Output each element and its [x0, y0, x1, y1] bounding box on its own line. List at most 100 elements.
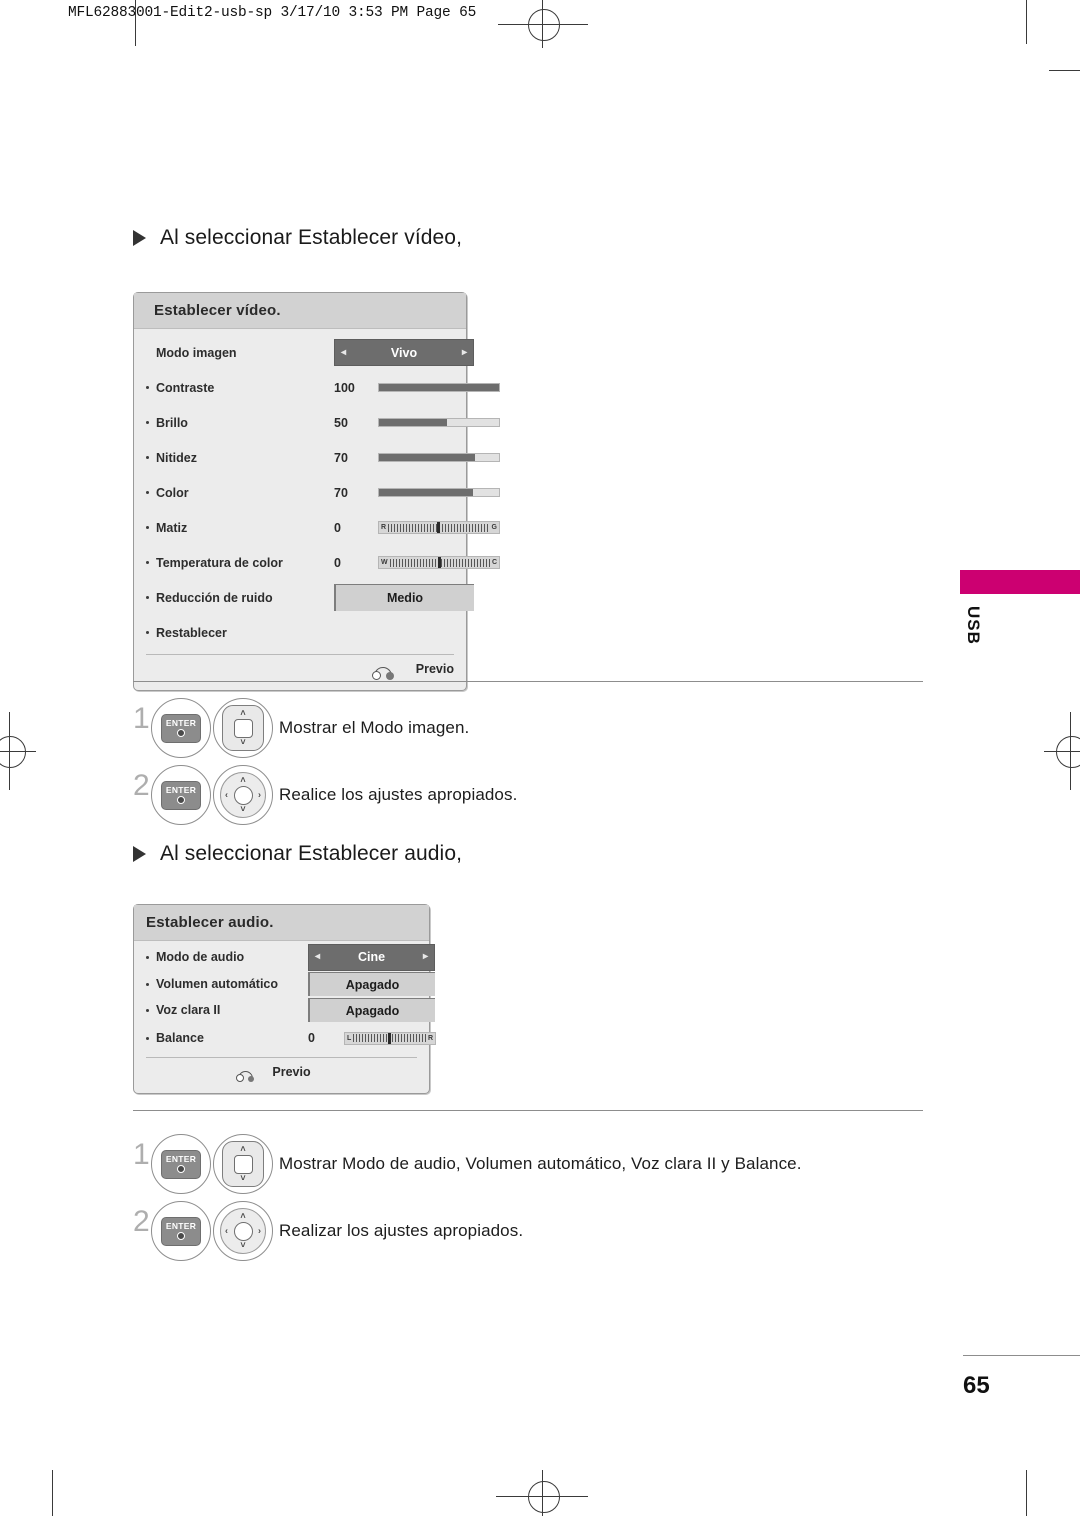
remote-key-enter[interactable]: ENTER: [151, 698, 211, 758]
registration-mark-bottom-center: [528, 1481, 560, 1513]
osd-body-audio: Modo de audio ◂ Cine ▸ Volumen automátic…: [134, 941, 436, 1053]
osd-row-restablecer[interactable]: Restablecer: [146, 615, 454, 650]
osd-row-label: Nitidez: [146, 451, 197, 465]
osd-body-video: Modo imagen ◂ Vivo ▸ Contraste 100 Brill…: [134, 329, 500, 650]
bullet-icon: [146, 421, 149, 424]
osd-title-audio: Establecer audio.: [134, 905, 429, 941]
slider-matiz[interactable]: R G: [378, 521, 500, 534]
chevron-left-icon[interactable]: ‹: [225, 1226, 228, 1236]
chevron-right-icon[interactable]: ›: [258, 790, 261, 800]
enter-key-dot-icon: [177, 1165, 185, 1173]
slider-brillo[interactable]: [378, 418, 500, 427]
step-text: Mostrar Modo de audio, Volumen automátic…: [279, 1154, 802, 1173]
slider-ticks: [389, 557, 490, 568]
arrow-left-icon[interactable]: ◂: [315, 952, 320, 962]
remote-key-fourway[interactable]: ˄ ‹ › ˅: [213, 1201, 273, 1261]
osd-row-volumen-automatico[interactable]: Volumen automático Apagado: [146, 971, 435, 997]
chevron-up-icon[interactable]: ˄: [240, 709, 245, 718]
chevron-down-icon[interactable]: ˅: [240, 738, 245, 747]
osd-row-modo-imagen[interactable]: Modo imagen ◂ Vivo ▸: [146, 335, 474, 370]
osd-title-video: Establecer vídeo.: [134, 293, 466, 329]
osd-row-label: Balance: [146, 1031, 204, 1045]
slider-nitidez[interactable]: [378, 453, 500, 462]
slider-balance[interactable]: L R: [344, 1031, 436, 1045]
remote-key-enter[interactable]: ENTER: [151, 1134, 211, 1194]
fourway-key-face[interactable]: ˄ ‹ › ˅: [220, 772, 266, 818]
osd-row-voz-clara[interactable]: Voz clara II Apagado: [146, 997, 435, 1023]
osd-row-label: Restablecer: [146, 626, 227, 640]
nav-key-center[interactable]: [233, 1221, 253, 1241]
slider-temperatura-de-color[interactable]: W C: [378, 556, 500, 569]
bullet-icon: [146, 561, 149, 564]
remote-key-enter[interactable]: ENTER: [151, 765, 211, 825]
chevron-left-icon[interactable]: ‹: [225, 790, 228, 800]
chevron-up-icon[interactable]: ˄: [240, 776, 245, 785]
remote-key-updown[interactable]: ˄ ˅: [213, 698, 273, 758]
arrow-right-icon[interactable]: ▸: [462, 347, 467, 358]
remote-key-enter[interactable]: ENTER: [151, 1201, 211, 1261]
fourway-key-face[interactable]: ˄ ‹ › ˅: [220, 1208, 266, 1254]
divider-rule-video: [133, 681, 923, 682]
step-text: Mostrar el Modo imagen.: [279, 718, 470, 737]
select-value: Vivo: [390, 345, 418, 360]
remote-key-fourway[interactable]: ˄ ‹ › ˅: [213, 765, 273, 825]
osd-row-modo-de-audio[interactable]: Modo de audio ◂ Cine ▸: [146, 943, 435, 971]
chevron-down-icon[interactable]: ˅: [240, 1241, 245, 1250]
slider-end-left: W: [381, 559, 388, 566]
slider-color[interactable]: [378, 488, 500, 497]
crop-mark-top-right-horizontal: [1049, 70, 1080, 71]
arrow-left-icon[interactable]: ◂: [341, 347, 346, 358]
step-row-audio-1: 1 ENTER ˄ ˅ Mostrar Modo de audio, Volum…: [133, 1134, 802, 1194]
osd-row-reduccion-de-ruido[interactable]: Reducción de ruido Medio: [146, 580, 474, 615]
slider-knob[interactable]: [388, 1032, 392, 1044]
select-modo-de-audio[interactable]: ◂ Cine ▸: [308, 943, 435, 971]
osd-row-nitidez[interactable]: Nitidez 70: [146, 440, 500, 475]
osd-label-text: Modo imagen: [156, 345, 237, 360]
osd-value-nitidez: 70: [334, 450, 348, 465]
arrow-right-icon[interactable]: ▸: [423, 952, 428, 962]
osd-row-color[interactable]: Color 70: [146, 475, 500, 510]
nav-key-center[interactable]: [233, 718, 253, 738]
chevron-right-icon[interactable]: ›: [258, 1226, 261, 1236]
triangle-bullet-icon: [133, 230, 146, 246]
slider-contraste[interactable]: [378, 383, 500, 392]
chevron-down-icon[interactable]: ˅: [240, 1174, 245, 1183]
chevron-down-icon[interactable]: ˅: [240, 805, 245, 814]
chevron-up-icon[interactable]: ˄: [240, 1212, 245, 1221]
slider-knob[interactable]: [438, 557, 442, 568]
crop-mark-bottom-left-vertical: [52, 1470, 53, 1516]
select-reduccion-de-ruido[interactable]: Medio: [334, 584, 474, 611]
osd-row-temperatura-de-color[interactable]: Temperatura de color 0 W C: [146, 545, 500, 580]
osd-row-contraste[interactable]: Contraste 100: [146, 370, 500, 405]
nav-key-center[interactable]: [233, 1154, 253, 1174]
osd-row-brillo[interactable]: Brillo 50: [146, 405, 500, 440]
osd-label-text: Reducción de ruido: [156, 590, 273, 605]
slider-knob[interactable]: [437, 522, 441, 533]
chevron-up-icon[interactable]: ˄: [240, 1145, 245, 1154]
osd-label-text: Temperatura de color: [156, 555, 283, 570]
osd-footer-video: Previo: [146, 654, 454, 682]
slider-end-left: R: [381, 524, 387, 531]
select-value: Cine: [357, 950, 386, 964]
enter-key-face[interactable]: ENTER: [161, 1216, 201, 1246]
osd-row-label: Volumen automático: [146, 977, 278, 991]
osd-panel-audio: Establecer audio. Modo de audio ◂ Cine ▸…: [133, 904, 436, 1094]
osd-row-balance[interactable]: Balance 0 L R: [146, 1023, 436, 1053]
osd-footer-label[interactable]: Previo: [416, 662, 454, 676]
updown-key-face[interactable]: ˄ ˅: [222, 1141, 264, 1187]
enter-key-face[interactable]: ENTER: [161, 713, 201, 743]
updown-key-face[interactable]: ˄ ˅: [222, 705, 264, 751]
osd-footer-label[interactable]: Previo: [272, 1065, 310, 1079]
slider-ticks: [388, 522, 490, 533]
osd-label-text: Contraste: [156, 380, 215, 395]
select-volumen-automatico[interactable]: Apagado: [308, 972, 435, 996]
nav-key-center[interactable]: [233, 785, 253, 805]
enter-key-face[interactable]: ENTER: [161, 780, 201, 810]
slider-end-right: C: [491, 559, 497, 566]
osd-row-matiz[interactable]: Matiz 0 R G: [146, 510, 500, 545]
slider-end-right: G: [491, 524, 497, 531]
enter-key-face[interactable]: ENTER: [161, 1149, 201, 1179]
select-modo-imagen[interactable]: ◂ Vivo ▸: [334, 339, 474, 366]
select-voz-clara[interactable]: Apagado: [308, 998, 435, 1022]
remote-key-updown[interactable]: ˄ ˅: [213, 1134, 273, 1194]
